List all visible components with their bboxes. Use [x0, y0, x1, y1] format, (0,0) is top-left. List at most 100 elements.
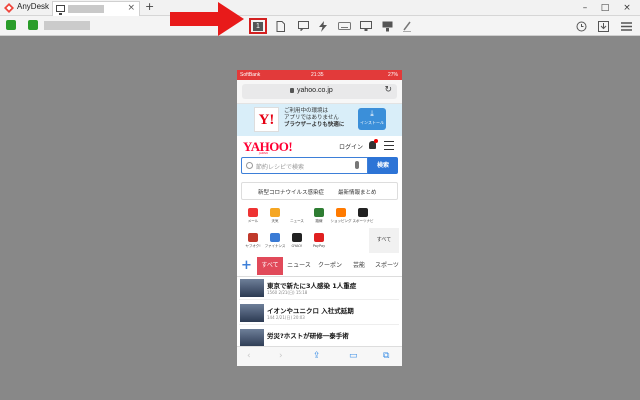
back-icon[interactable]: ‹	[247, 351, 251, 361]
news-tab[interactable]: ニュース	[284, 257, 314, 275]
article-thumbnail	[240, 304, 264, 322]
minimize-button[interactable]: –	[578, 1, 592, 15]
url-text: yahoo.co.jp	[297, 87, 333, 94]
url-bar[interactable]: yahoo.co.jp ↻	[242, 84, 397, 99]
battery-level: 27%	[387, 72, 398, 78]
reload-icon[interactable]: ↻	[384, 85, 392, 95]
session-tab[interactable]: ×	[52, 1, 140, 16]
covid-link[interactable]: 新型コロナウイルス感染症	[258, 188, 324, 196]
forward-icon[interactable]: ›	[279, 351, 283, 361]
service-label: GYAO!	[291, 244, 303, 248]
app-name: AnyDesk	[17, 2, 50, 11]
install-label: インストール	[360, 120, 384, 125]
service-item[interactable]: ファイナンス	[264, 229, 286, 253]
service-icon	[248, 233, 258, 242]
address-redacted	[44, 21, 90, 30]
yahoo-header: YAHOO! JAPAN ログイン	[237, 136, 402, 156]
article-meta: 1560 2/21(日) 15:18	[267, 290, 308, 295]
install-button[interactable]: ⤓ インストール	[358, 108, 386, 130]
monitor-icon	[56, 5, 65, 15]
banner-line-2: アプリではありません	[284, 115, 339, 121]
article-item[interactable]: イオンやユニクロ 入社式延期 144 2/21(日) 20:03	[239, 302, 399, 325]
search-button[interactable]: 検索	[368, 157, 398, 174]
connection-status-icon[interactable]	[6, 20, 16, 30]
add-tab-plus-icon[interactable]: +	[241, 258, 252, 273]
news-tab[interactable]: すべて	[257, 257, 283, 275]
download-arrow-icon: ⤓	[370, 109, 374, 118]
service-item[interactable]: メール	[242, 204, 264, 228]
file-transfer-icon[interactable]	[273, 19, 287, 33]
safari-address-area: yahoo.co.jp ↻	[237, 80, 402, 104]
service-icon	[248, 208, 258, 217]
privacy-icon[interactable]	[380, 19, 394, 33]
service-item[interactable]: ショッピング	[330, 204, 352, 228]
tab-label-redacted	[68, 5, 104, 13]
news-tab[interactable]: クーポン	[315, 257, 345, 275]
whiteboard-pen-icon[interactable]	[400, 19, 414, 33]
service-icon	[270, 208, 280, 217]
maximize-button[interactable]: □	[598, 1, 612, 15]
service-grid: メール 天気 ニュース 路線 ショッピング スポーツナビヤフオク! ファイナンス GYAO! P…	[240, 204, 399, 254]
tab-close-icon[interactable]: ×	[127, 3, 135, 13]
banner-text: ご利用中の環境は アプリではありません ブラウザーよりも快適に	[284, 108, 344, 129]
service-icon	[314, 233, 324, 242]
app-install-banner[interactable]: Y! ご利用中の環境は アプリではありません ブラウザーよりも快適に ⤓ インス…	[237, 104, 402, 136]
service-icon	[292, 208, 302, 217]
yahoo-app-logo: Y!	[254, 107, 279, 132]
yahoo-logo-japan: JAPAN	[259, 151, 268, 155]
tabs-icon[interactable]: ⧉	[383, 351, 389, 361]
download-icon[interactable]	[596, 19, 610, 33]
latest-info-link[interactable]: 最新情報まとめ	[338, 188, 377, 196]
microphone-icon[interactable]	[355, 161, 359, 169]
add-tab-button[interactable]: +	[145, 0, 154, 13]
safari-bottom-bar: ‹ › ⇪ ▭ ⧉	[237, 346, 402, 366]
service-label: PayPay	[312, 244, 326, 248]
service-label: ヤフオク!	[245, 244, 261, 248]
article-item[interactable]: 東京で新たに3人感染 1人重症 1560 2/21(日) 15:18	[239, 277, 399, 300]
service-icon	[336, 208, 346, 217]
service-label: ファイナンス	[264, 244, 286, 248]
service-label: メール	[247, 219, 259, 223]
chat-icon[interactable]	[296, 19, 310, 33]
share-icon[interactable]: ⇪	[313, 351, 321, 361]
news-tab[interactable]: 芸能	[347, 257, 371, 275]
service-label: 路線	[315, 219, 323, 223]
service-icon	[270, 233, 280, 242]
notification-dot	[374, 139, 378, 143]
news-tabs: + すべて ニュース クーポン 芸能 スポーツ	[237, 255, 402, 277]
service-item[interactable]: 天気	[264, 204, 286, 228]
service-item[interactable]: 路線	[308, 204, 330, 228]
remote-phone-screen[interactable]: SoftBank 21:35 27% yahoo.co.jp ↻ Y! ご利用中…	[237, 70, 402, 366]
search-input[interactable]: 節約レシピで検索	[241, 157, 368, 174]
service-item[interactable]: PayPay	[308, 229, 330, 253]
verified-icon	[28, 20, 38, 30]
display-select-button[interactable]: 1	[249, 18, 267, 34]
service-item[interactable]: ニュース	[286, 204, 308, 228]
service-label: 天気	[271, 219, 279, 223]
banner-line-1: ご利用中の環境は	[284, 108, 329, 114]
bookmarks-icon[interactable]: ▭	[349, 351, 358, 361]
service-item[interactable]: ヤフオク!	[242, 229, 264, 253]
search-placeholder: 節約レシピで検索	[256, 164, 305, 171]
service-label: スポーツナビ	[352, 219, 374, 223]
article-title: イオンやユニクロ 入社式延期	[267, 307, 354, 315]
service-icon	[292, 233, 302, 242]
article-title: 労災?ホストが研修一泰手術	[267, 332, 349, 340]
close-window-button[interactable]: ×	[620, 1, 634, 15]
search-icon	[246, 162, 253, 169]
main-menu-icon[interactable]	[619, 19, 633, 33]
keyboard-icon[interactable]	[337, 19, 351, 33]
display-settings-icon[interactable]	[359, 19, 373, 33]
covid-news-strip[interactable]: 新型コロナウイルス感染症 最新情報まとめ	[241, 182, 398, 200]
article-thumbnail	[240, 279, 264, 297]
clock: 21:35	[311, 72, 324, 78]
login-link[interactable]: ログイン	[339, 142, 363, 151]
actions-lightning-icon[interactable]	[316, 19, 330, 33]
service-item[interactable]: GYAO!	[286, 229, 308, 253]
hamburger-menu-icon[interactable]	[384, 141, 394, 150]
services-more-button[interactable]: すべて	[369, 228, 399, 253]
status-bar: SoftBank 21:35 27%	[237, 70, 402, 80]
history-icon[interactable]	[574, 19, 588, 33]
news-tab[interactable]: スポーツ	[373, 257, 401, 275]
service-item[interactable]: スポーツナビ	[352, 204, 374, 228]
